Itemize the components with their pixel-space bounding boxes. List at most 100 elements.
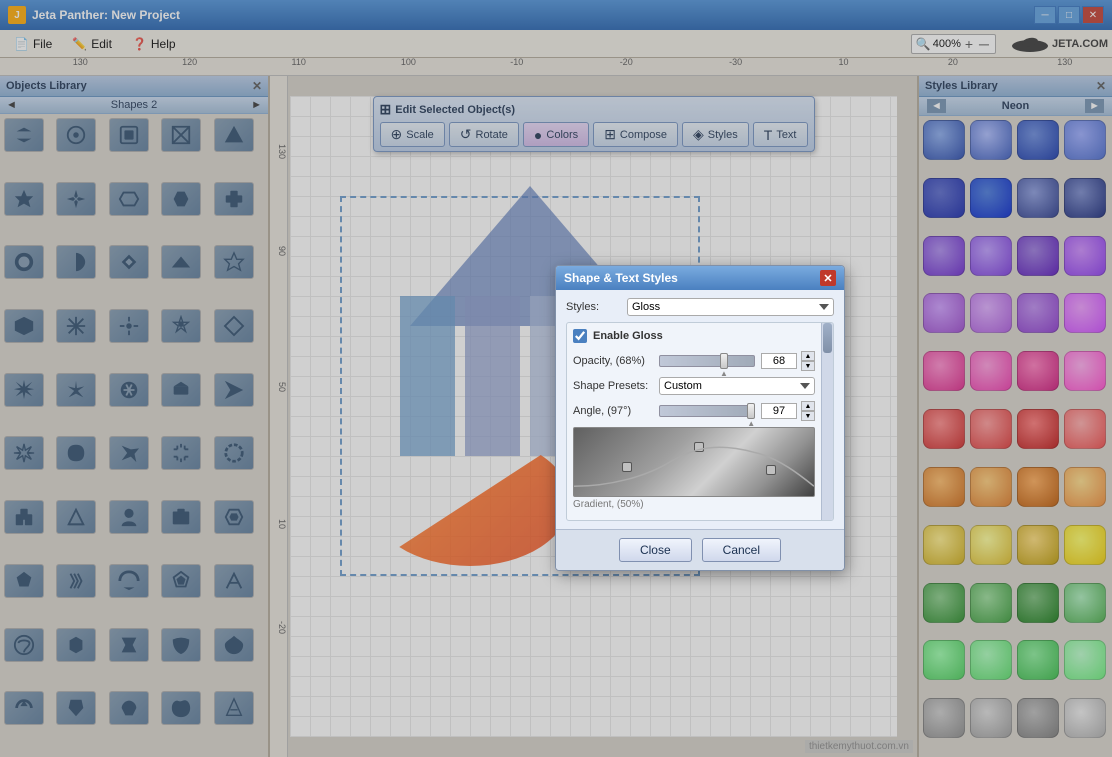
- shape-item[interactable]: [109, 245, 149, 279]
- shape-item[interactable]: [161, 373, 201, 407]
- shape-item[interactable]: [109, 309, 149, 343]
- shape-item[interactable]: [56, 309, 96, 343]
- shape-item[interactable]: [56, 564, 96, 598]
- shape-item[interactable]: [56, 691, 96, 725]
- styles-next[interactable]: ►: [1085, 99, 1104, 113]
- text-button[interactable]: T Text: [753, 122, 808, 147]
- style-item[interactable]: [923, 467, 965, 507]
- style-item[interactable]: [923, 525, 965, 565]
- style-item[interactable]: [1017, 236, 1059, 276]
- shape-item[interactable]: [214, 691, 254, 725]
- style-item[interactable]: [1064, 640, 1106, 680]
- style-item[interactable]: [970, 583, 1012, 623]
- gradient-preview[interactable]: [573, 427, 815, 497]
- shape-item[interactable]: [56, 182, 96, 216]
- style-item[interactable]: [970, 698, 1012, 738]
- shape-item[interactable]: [214, 118, 254, 152]
- style-item[interactable]: [1017, 467, 1059, 507]
- shape-item[interactable]: [56, 628, 96, 662]
- shape-item[interactable]: [161, 628, 201, 662]
- style-item[interactable]: [1064, 178, 1106, 218]
- shape-item[interactable]: [161, 691, 201, 725]
- style-item[interactable]: [970, 293, 1012, 333]
- style-item[interactable]: [970, 409, 1012, 449]
- shape-item[interactable]: [109, 500, 149, 534]
- enable-gloss-checkbox[interactable]: [573, 329, 587, 343]
- menu-edit[interactable]: ✏️ Edit: [62, 35, 122, 53]
- style-item[interactable]: [923, 178, 965, 218]
- menu-file[interactable]: 📄 File: [4, 35, 62, 53]
- shape-item[interactable]: [161, 500, 201, 534]
- style-item[interactable]: [970, 178, 1012, 218]
- shape-item[interactable]: [214, 628, 254, 662]
- zoom-minus[interactable]: ─: [977, 36, 991, 52]
- scrollbar-thumb[interactable]: [823, 323, 832, 353]
- style-item[interactable]: [1017, 120, 1059, 160]
- shape-item[interactable]: [4, 628, 44, 662]
- opacity-up[interactable]: ▲: [801, 351, 815, 361]
- shape-item[interactable]: [214, 182, 254, 216]
- shape-item[interactable]: [161, 309, 201, 343]
- angle-value[interactable]: 97: [761, 403, 797, 419]
- style-item[interactable]: [1064, 293, 1106, 333]
- compose-button[interactable]: ⊞ Compose: [593, 122, 678, 147]
- style-item[interactable]: [1017, 525, 1059, 565]
- style-item[interactable]: [970, 525, 1012, 565]
- shape-item[interactable]: [161, 436, 201, 470]
- style-item[interactable]: [923, 698, 965, 738]
- close-button[interactable]: Close: [619, 538, 692, 562]
- style-item[interactable]: [1064, 525, 1106, 565]
- opacity-thumb[interactable]: [720, 353, 728, 369]
- shape-item[interactable]: [214, 564, 254, 598]
- style-item[interactable]: [970, 351, 1012, 391]
- cancel-button[interactable]: Cancel: [702, 538, 781, 562]
- style-item[interactable]: [923, 120, 965, 160]
- style-item[interactable]: [923, 351, 965, 391]
- shape-item[interactable]: [4, 373, 44, 407]
- shape-item[interactable]: [161, 245, 201, 279]
- styles-select[interactable]: Gloss Matte Neon: [627, 298, 834, 316]
- shape-item[interactable]: [4, 564, 44, 598]
- shape-item[interactable]: [4, 309, 44, 343]
- style-item[interactable]: [923, 293, 965, 333]
- close-button[interactable]: ✕: [1082, 6, 1104, 24]
- shape-item[interactable]: [214, 373, 254, 407]
- style-item[interactable]: [1017, 640, 1059, 680]
- shape-item[interactable]: [56, 373, 96, 407]
- style-item[interactable]: [970, 120, 1012, 160]
- style-item[interactable]: [1064, 698, 1106, 738]
- shape-item[interactable]: [214, 245, 254, 279]
- objects-library-close[interactable]: ✕: [252, 79, 262, 93]
- style-item[interactable]: [1017, 178, 1059, 218]
- style-item[interactable]: [1017, 351, 1059, 391]
- shape-item[interactable]: [109, 182, 149, 216]
- styles-prev[interactable]: ◄: [927, 99, 946, 113]
- dialog-scrollbar[interactable]: [821, 323, 833, 520]
- shape-item[interactable]: [109, 628, 149, 662]
- style-item[interactable]: [923, 409, 965, 449]
- shape-item[interactable]: [56, 118, 96, 152]
- styles-button[interactable]: ◈ Styles: [682, 122, 749, 147]
- angle-slider[interactable]: [659, 405, 755, 417]
- styles-library-close[interactable]: ✕: [1096, 79, 1106, 93]
- maximize-button[interactable]: □: [1058, 6, 1080, 24]
- shape-item[interactable]: [56, 436, 96, 470]
- style-item[interactable]: [1064, 409, 1106, 449]
- shapes-prev[interactable]: ◄: [6, 99, 17, 111]
- opacity-value[interactable]: 68: [761, 353, 797, 369]
- shape-item[interactable]: [4, 118, 44, 152]
- style-item[interactable]: [1064, 351, 1106, 391]
- style-item[interactable]: [1064, 583, 1106, 623]
- style-item[interactable]: [1064, 467, 1106, 507]
- shape-item[interactable]: [4, 691, 44, 725]
- shape-item[interactable]: [56, 500, 96, 534]
- shape-item[interactable]: [4, 500, 44, 534]
- menu-help[interactable]: ❓ Help: [122, 35, 186, 53]
- scale-button[interactable]: ⊕ Scale: [380, 122, 445, 147]
- shape-item[interactable]: [109, 118, 149, 152]
- shape-item[interactable]: [4, 245, 44, 279]
- style-item[interactable]: [923, 583, 965, 623]
- angle-thumb[interactable]: [747, 403, 755, 419]
- shape-item[interactable]: [214, 309, 254, 343]
- style-item[interactable]: [970, 640, 1012, 680]
